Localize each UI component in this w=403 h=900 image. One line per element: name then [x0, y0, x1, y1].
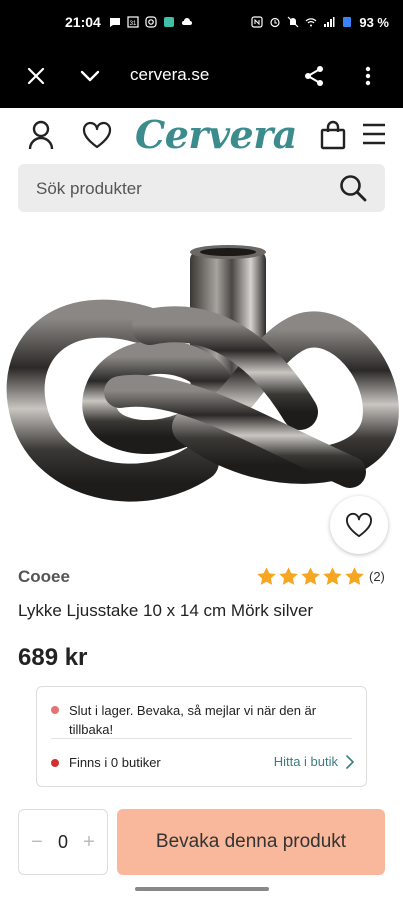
- store-stock-dot: [51, 758, 59, 767]
- chat-icon: [109, 18, 120, 27]
- svg-text:31: 31: [129, 21, 136, 27]
- browser-toolbar: cervera.se: [0, 44, 403, 108]
- decrease-quantity-button[interactable]: −: [29, 831, 45, 854]
- battery-level: 93 %: [359, 14, 389, 30]
- star-icon: [301, 567, 320, 585]
- add-to-favorites-button[interactable]: [330, 496, 388, 554]
- star-icon: [279, 567, 298, 585]
- chevron-down-icon: [80, 70, 100, 82]
- status-time: 21:04: [65, 14, 101, 30]
- increase-quantity-button[interactable]: +: [81, 831, 97, 854]
- system-icons: 93 %: [251, 15, 389, 30]
- store-stock-text: Finns i 0 butiker: [69, 755, 161, 770]
- account-icon[interactable]: [28, 120, 54, 150]
- browser-menu-button[interactable]: [356, 64, 380, 88]
- site-logo[interactable]: Cervera: [135, 112, 297, 157]
- quantity-stepper[interactable]: − 0 +: [18, 809, 108, 875]
- share-icon: [305, 66, 323, 86]
- quantity-value[interactable]: 0: [58, 832, 68, 853]
- star-icon: [323, 567, 342, 585]
- watch-product-button[interactable]: Bevaka denna produkt: [117, 809, 385, 875]
- status-bar: 21:04 31 93 %: [0, 0, 403, 44]
- out-of-stock-dot: [51, 706, 59, 714]
- signal-icon: [324, 17, 335, 27]
- stock-status-box: Slut i lager. Bevaka, så mejlar vi när d…: [36, 686, 367, 787]
- cart-icon[interactable]: [320, 120, 346, 150]
- battery-icon: [343, 17, 352, 27]
- heart-icon: [345, 512, 372, 538]
- close-tab-button[interactable]: [24, 64, 48, 88]
- mute-icon: [287, 16, 299, 28]
- find-in-store-label: Hitta i butik: [273, 754, 338, 769]
- rating-count: (2): [369, 569, 385, 584]
- search-placeholder: Sök produkter: [36, 179, 142, 198]
- share-button[interactable]: [302, 64, 326, 88]
- product-brand[interactable]: Cooee: [18, 567, 70, 587]
- calendar-icon: 31: [127, 16, 139, 28]
- product-title: Lykke Ljusstake 10 x 14 cm Mörk silver: [18, 601, 314, 620]
- instagram-icon: [145, 16, 157, 28]
- divider: [51, 738, 352, 739]
- chevron-right-icon: [346, 754, 354, 769]
- online-stock-row: Slut i lager. Bevaka, så mejlar vi när d…: [51, 701, 351, 739]
- close-icon: [27, 67, 45, 85]
- wifi-icon: [305, 18, 317, 27]
- alarm-icon: [270, 17, 280, 28]
- app-icon: [163, 17, 174, 27]
- nfc-icon: [251, 16, 263, 28]
- search-input[interactable]: Sök produkter: [18, 164, 385, 212]
- find-in-store-link[interactable]: Hitta i butik: [274, 754, 354, 769]
- url-text[interactable]: cervera.se: [130, 65, 209, 85]
- menu-icon[interactable]: [362, 123, 386, 145]
- star-icon: [345, 567, 364, 585]
- collapse-button[interactable]: [78, 64, 102, 88]
- online-stock-text: Slut i lager. Bevaka, så mejlar vi när d…: [69, 703, 317, 737]
- star-icon: [257, 567, 276, 585]
- more-vertical-icon: [365, 66, 371, 86]
- cloud-icon: [181, 18, 192, 25]
- product-rating[interactable]: (2): [256, 566, 385, 587]
- site-header: Cervera: [0, 108, 403, 162]
- home-indicator[interactable]: [135, 887, 269, 891]
- heart-icon[interactable]: [82, 121, 112, 149]
- notification-icons: 31: [109, 16, 193, 28]
- search-icon[interactable]: [339, 174, 367, 202]
- product-price: 689 kr: [18, 644, 88, 671]
